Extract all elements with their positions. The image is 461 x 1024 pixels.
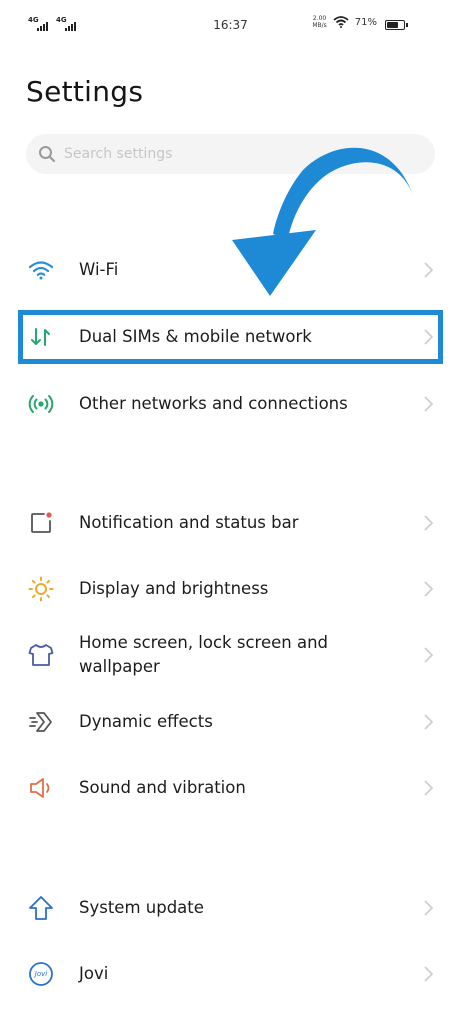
chevron-right-icon <box>424 581 433 597</box>
settings-item-label: Home screen, lock screen and wallpaper <box>79 633 328 676</box>
update-arrow-icon <box>27 894 55 922</box>
chevron-right-icon <box>424 900 433 916</box>
settings-item-display[interactable]: Display and brightness <box>0 559 461 619</box>
highlight-box <box>18 310 443 364</box>
pointer-arrow-icon <box>232 147 414 296</box>
settings-item-label: Dynamic effects <box>79 712 213 731</box>
notification-icon <box>27 509 55 537</box>
settings-item-dynamic-effects[interactable]: Dynamic effects <box>0 692 461 752</box>
settings-item-label: Notification and status bar <box>79 513 299 532</box>
settings-item-label: System update <box>79 898 204 917</box>
settings-item-jovi[interactable]: Jovi Jovi <box>0 944 461 1004</box>
settings-item-label: Jovi <box>79 964 109 983</box>
wallpaper-icon <box>27 641 55 669</box>
chevron-right-icon <box>424 396 433 412</box>
settings-item-sound[interactable]: Sound and vibration <box>0 758 461 818</box>
settings-item-system-update[interactable]: System update <box>0 878 461 938</box>
jovi-icon: Jovi <box>27 960 55 988</box>
chevron-right-icon <box>424 515 433 531</box>
dynamic-effects-icon <box>27 708 55 736</box>
jovi-icon-text: Jovi <box>34 970 48 978</box>
brightness-icon <box>27 575 55 603</box>
settings-item-label: Other networks and connections <box>79 394 348 413</box>
connections-icon <box>27 390 55 418</box>
chevron-right-icon <box>424 647 433 663</box>
settings-item-label: Sound and vibration <box>79 778 246 797</box>
settings-item-notification[interactable]: Notification and status bar <box>0 493 461 553</box>
settings-item-other-networks[interactable]: Other networks and connections <box>0 374 461 434</box>
chevron-right-icon <box>424 780 433 796</box>
chevron-right-icon <box>424 714 433 730</box>
settings-item-label: Display and brightness <box>79 579 269 598</box>
speaker-icon <box>27 774 55 802</box>
chevron-right-icon <box>424 966 433 982</box>
settings-item-home-screen[interactable]: Home screen, lock screen and wallpaper <box>0 625 461 685</box>
